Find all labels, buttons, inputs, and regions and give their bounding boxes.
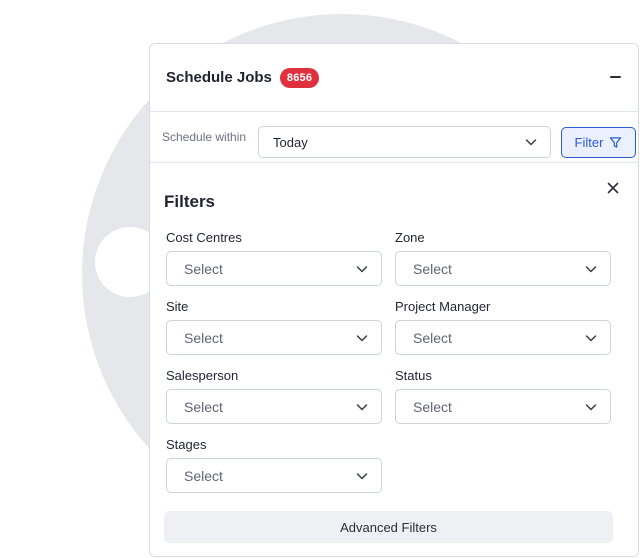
funnel-icon xyxy=(610,137,622,148)
schedule-jobs-panel: Schedule Jobs 8656 Schedule within Today… xyxy=(149,43,639,557)
advanced-filters-button[interactable]: Advanced Filters xyxy=(164,511,613,543)
cost-centres-field: Cost Centres Select xyxy=(166,229,382,286)
salesperson-field: Salesperson Select xyxy=(166,367,382,424)
site-field: Site Select xyxy=(166,298,382,355)
filters-title: Filters xyxy=(164,192,216,211)
chevron-down-icon xyxy=(525,139,537,146)
zone-value: Select xyxy=(413,260,452,277)
schedule-within-select[interactable]: Today xyxy=(258,126,551,158)
chevron-down-icon xyxy=(356,334,368,341)
close-icon[interactable] xyxy=(606,181,620,195)
cost-centres-label: Cost Centres xyxy=(166,230,242,245)
salesperson-value: Select xyxy=(184,398,223,415)
chevron-down-icon xyxy=(585,403,597,410)
panel-header: Schedule Jobs 8656 xyxy=(150,44,638,112)
zone-field: Zone Select xyxy=(395,229,611,286)
site-select[interactable]: Select xyxy=(166,320,382,355)
chevron-down-icon xyxy=(585,265,597,272)
job-count-badge: 8656 xyxy=(279,67,320,88)
stages-label: Stages xyxy=(166,437,207,452)
stages-select[interactable]: Select xyxy=(166,458,382,493)
schedule-within-label: Schedule within xyxy=(162,130,247,144)
filter-button[interactable]: Filter xyxy=(561,127,636,158)
site-label: Site xyxy=(166,299,189,314)
site-value: Select xyxy=(184,329,223,346)
status-label: Status xyxy=(395,368,432,383)
panel-title: Schedule Jobs xyxy=(166,69,272,86)
cost-centres-select[interactable]: Select xyxy=(166,251,382,286)
chevron-down-icon xyxy=(585,334,597,341)
status-field: Status Select xyxy=(395,367,611,424)
schedule-within-row: Schedule within Today Filter xyxy=(150,112,638,162)
project-manager-label: Project Manager xyxy=(395,299,491,314)
filters-card: Filters Cost Centres Select Zone Select xyxy=(150,162,638,556)
filter-button-label: Filter xyxy=(574,135,604,150)
minimize-button[interactable] xyxy=(606,68,624,86)
chevron-down-icon xyxy=(356,472,368,479)
minus-icon xyxy=(609,76,621,78)
zone-label: Zone xyxy=(395,230,425,245)
project-manager-select[interactable]: Select xyxy=(395,320,611,355)
salesperson-label: Salesperson xyxy=(166,368,239,383)
project-manager-value: Select xyxy=(413,329,452,346)
chevron-down-icon xyxy=(356,265,368,272)
salesperson-select[interactable]: Select xyxy=(166,389,382,424)
stages-field: Stages Select xyxy=(166,436,382,493)
zone-select[interactable]: Select xyxy=(395,251,611,286)
stages-value: Select xyxy=(184,467,223,484)
chevron-down-icon xyxy=(356,403,368,410)
screen: Schedule Jobs 8656 Schedule within Today… xyxy=(0,0,640,558)
cost-centres-value: Select xyxy=(184,260,223,277)
status-value: Select xyxy=(413,398,452,415)
schedule-within-value: Today xyxy=(273,134,308,150)
status-select[interactable]: Select xyxy=(395,389,611,424)
project-manager-field: Project Manager Select xyxy=(395,298,611,355)
